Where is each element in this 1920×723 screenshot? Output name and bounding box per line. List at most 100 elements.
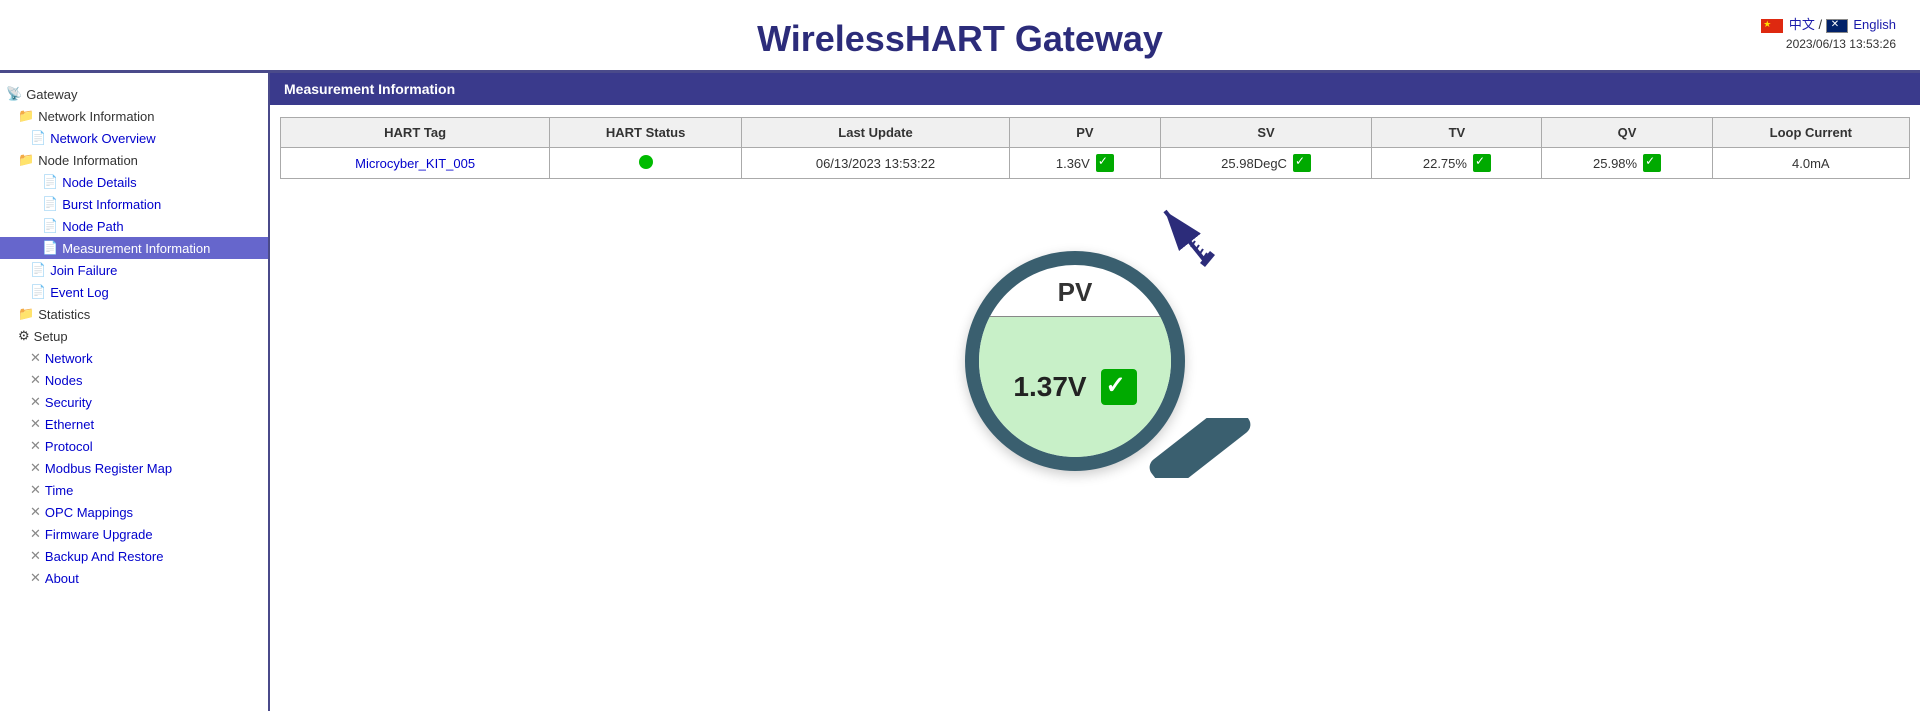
sidebar-link-modbus[interactable]: Modbus Register Map (45, 461, 172, 476)
col-qv: QV (1542, 118, 1712, 148)
sidebar-item-node-information[interactable]: 📁 Node Information (0, 149, 268, 171)
sidebar-tree: 📡 Gateway 📁 Network Information 📄 Networ… (0, 83, 268, 589)
cell-last-update: 06/13/2023 13:53:22 (742, 148, 1010, 179)
x-icon: ✕ (30, 570, 41, 586)
sidebar-item-label: Node Information (38, 153, 138, 168)
sidebar-link-time[interactable]: Time (45, 483, 73, 498)
sidebar-item-node-details[interactable]: 📄 Node Details (0, 171, 268, 193)
sidebar-link-burst-information[interactable]: Burst Information (62, 197, 161, 212)
sv-value: 25.98DegC (1221, 156, 1287, 171)
sidebar-link-opc[interactable]: OPC Mappings (45, 505, 133, 520)
col-tv: TV (1372, 118, 1542, 148)
col-last-update: Last Update (742, 118, 1010, 148)
sidebar-link-backup[interactable]: Backup And Restore (45, 549, 164, 564)
x-icon: ✕ (30, 548, 41, 564)
sidebar-item-opc-mappings[interactable]: ✕ OPC Mappings (0, 501, 268, 523)
sidebar-item-measurement-information[interactable]: 📄 Measurement Information (0, 237, 268, 259)
datetime: 2023/06/13 13:53:26 (1761, 37, 1896, 51)
x-icon: ✕ (30, 394, 41, 410)
sidebar-item-network-overview[interactable]: 📄 Network Overview (0, 127, 268, 149)
cell-pv: 1.36V (1009, 148, 1160, 179)
sidebar-link-network[interactable]: Network (45, 351, 93, 366)
sidebar-item-security[interactable]: ✕ Security (0, 391, 268, 413)
cell-sv: 25.98DegC (1160, 148, 1372, 179)
hart-tag-link[interactable]: Microcyber_KIT_005 (355, 156, 475, 171)
sidebar-item-join-failure[interactable]: 📄 Join Failure (0, 259, 268, 281)
sidebar-item-firmware-upgrade[interactable]: ✕ Firmware Upgrade (0, 523, 268, 545)
sidebar-item-protocol[interactable]: ✕ Protocol (0, 435, 268, 457)
sidebar-item-statistics[interactable]: 📁 Statistics (0, 303, 268, 325)
sidebar-link-network-overview[interactable]: Network Overview (50, 131, 155, 146)
col-sv: SV (1160, 118, 1372, 148)
section-header: Measurement Information (270, 73, 1920, 105)
flag-uk-icon (1826, 17, 1850, 32)
section-title: Measurement Information (284, 81, 455, 97)
doc-icon: 📄 (30, 262, 46, 278)
sidebar-item-label: Statistics (38, 307, 90, 322)
sidebar-item-burst-information[interactable]: 📄 Burst Information (0, 193, 268, 215)
x-icon: ✕ (30, 482, 41, 498)
x-icon: ✕ (30, 416, 41, 432)
pv-checkmark (1096, 154, 1114, 172)
sidebar-item-gateway[interactable]: 📡 Gateway (0, 83, 268, 105)
sidebar-link-join-failure[interactable]: Join Failure (50, 263, 117, 278)
sidebar-link-security[interactable]: Security (45, 395, 92, 410)
page-title: WirelessHART Gateway (0, 18, 1920, 60)
sidebar-link-ethernet[interactable]: Ethernet (45, 417, 94, 432)
qv-value: 25.98% (1593, 156, 1637, 171)
sidebar-item-event-log[interactable]: 📄 Event Log (0, 281, 268, 303)
x-icon: ✕ (30, 504, 41, 520)
folder-icon: 📡 (6, 86, 22, 102)
doc-icon: 📄 (42, 240, 58, 256)
sidebar: 📡 Gateway 📁 Network Information 📄 Networ… (0, 73, 270, 711)
table-header-row: HART Tag HART Status Last Update PV SV T… (281, 118, 1910, 148)
table-wrapper: HART Tag HART Status Last Update PV SV T… (270, 105, 1920, 191)
sv-checkmark (1293, 154, 1311, 172)
sidebar-item-backup-and-restore[interactable]: ✕ Backup And Restore (0, 545, 268, 567)
folder-icon: 📁 (18, 152, 34, 168)
magnifier-graphic: PV 1.37V (270, 191, 1920, 521)
sidebar-link-nodes[interactable]: Nodes (45, 373, 83, 388)
sidebar-link-node-details[interactable]: Node Details (62, 175, 136, 190)
sidebar-link-node-path[interactable]: Node Path (62, 219, 123, 234)
sidebar-item-nodes[interactable]: ✕ Nodes (0, 369, 268, 391)
flag-cn-icon (1761, 17, 1785, 32)
sidebar-item-label: Setup (34, 329, 68, 344)
sidebar-link-protocol[interactable]: Protocol (45, 439, 93, 454)
col-hart-status: HART Status (550, 118, 742, 148)
cell-hart-tag: Microcyber_KIT_005 (281, 148, 550, 179)
sidebar-item-about[interactable]: ✕ About (0, 567, 268, 589)
lang-en-link[interactable]: English (1853, 17, 1896, 32)
col-hart-tag: HART Tag (281, 118, 550, 148)
lang-cn-link[interactable]: 中文 (1789, 17, 1815, 32)
mag-value-text: 1.37V (1013, 371, 1086, 403)
sidebar-link-event-log[interactable]: Event Log (50, 285, 109, 300)
sidebar-item-time[interactable]: ✕ Time (0, 479, 268, 501)
doc-icon: 📄 (42, 218, 58, 234)
cell-hart-status (550, 148, 742, 179)
sidebar-item-label: Network Information (38, 109, 154, 124)
doc-icon: 📄 (30, 130, 46, 146)
sidebar-link-firmware[interactable]: Firmware Upgrade (45, 527, 153, 542)
x-icon: ✕ (30, 372, 41, 388)
qv-checkmark (1643, 154, 1661, 172)
doc-icon: 📄 (42, 196, 58, 212)
magnifier-handle-svg (1135, 418, 1265, 478)
cell-tv: 22.75% (1372, 148, 1542, 179)
sidebar-item-network-information[interactable]: 📁 Network Information (0, 105, 268, 127)
sidebar-item-ethernet[interactable]: ✕ Ethernet (0, 413, 268, 435)
col-loop-current: Loop Current (1712, 118, 1909, 148)
lang-separator: / (1819, 17, 1826, 32)
doc-icon: 📄 (30, 284, 46, 300)
tv-value: 22.75% (1423, 156, 1467, 171)
sidebar-item-label: Gateway (26, 87, 77, 102)
sidebar-link-about[interactable]: About (45, 571, 79, 586)
sidebar-item-network[interactable]: ✕ Network (0, 347, 268, 369)
col-pv: PV (1009, 118, 1160, 148)
x-icon: ✕ (30, 526, 41, 542)
sidebar-item-label-measurement: Measurement Information (62, 241, 210, 256)
sidebar-item-node-path[interactable]: 📄 Node Path (0, 215, 268, 237)
x-icon: ✕ (30, 438, 41, 454)
sidebar-item-setup[interactable]: ⚙ Setup (0, 325, 268, 347)
sidebar-item-modbus-register-map[interactable]: ✕ Modbus Register Map (0, 457, 268, 479)
